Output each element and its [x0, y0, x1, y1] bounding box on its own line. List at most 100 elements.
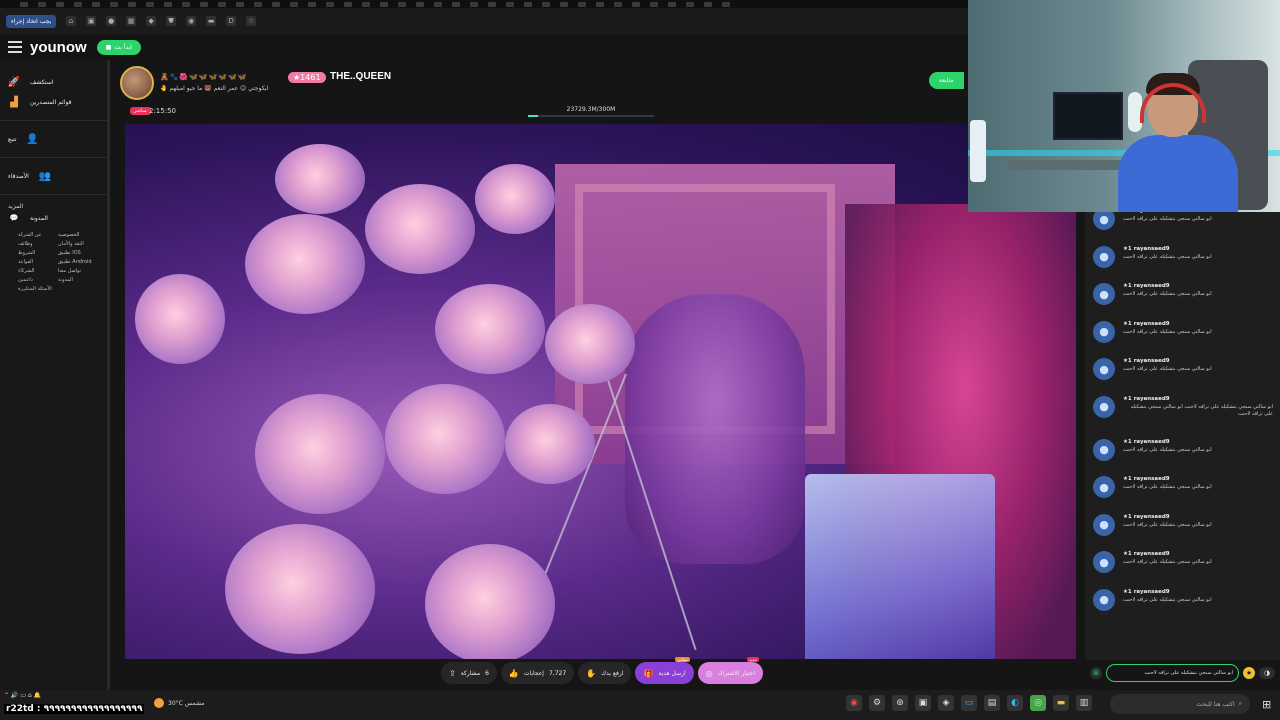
chat-username[interactable]: ★1 rayansaed9 — [1123, 246, 1212, 252]
footer-link[interactable]: الثقة والأمان — [58, 241, 98, 247]
user-avatar-icon[interactable]: ● — [1093, 320, 1115, 343]
footer-link[interactable] — [58, 286, 98, 292]
go-live-button[interactable]: ■ ابدأ بث — [96, 39, 141, 55]
chat-username[interactable]: ★1 rayansaed9 — [1123, 358, 1212, 364]
footer-link[interactable]: الأسئلة المتكررة — [18, 286, 56, 292]
monitor-icon[interactable]: ▭ — [961, 695, 977, 711]
chrome-icon[interactable]: ◉ — [846, 695, 862, 711]
share-button[interactable]: ⇪ مشاركة 6 — [441, 662, 497, 684]
sidebar-blog-link[interactable]: 💬 المدونة — [8, 210, 99, 226]
browser-tab[interactable] — [542, 1, 550, 7]
browser-tab[interactable] — [362, 1, 370, 7]
browser-tab[interactable] — [704, 1, 712, 7]
browser-tab[interactable] — [614, 1, 622, 7]
chat-username[interactable]: ★1 rayansaed9 — [1123, 321, 1212, 327]
browser-tab[interactable] — [146, 1, 154, 7]
chat-username[interactable]: ★1 rayansaed9 — [1123, 514, 1212, 520]
raise-hand-button[interactable]: ✋ ارفع يدك — [578, 662, 632, 684]
steam-icon[interactable]: ◈ — [938, 695, 954, 711]
settings-icon[interactable]: ⚙ — [869, 695, 885, 711]
browser-tab[interactable] — [596, 1, 604, 7]
home-icon[interactable]: ⌂ — [66, 16, 77, 26]
footer-link[interactable]: داعمين — [18, 277, 56, 283]
browser-tab[interactable] — [560, 1, 568, 7]
browser-tab[interactable] — [74, 1, 82, 7]
footer-link[interactable]: المدونة — [58, 277, 98, 283]
stream-video[interactable] — [125, 124, 1076, 659]
like-button[interactable]: 👍 إعجابات 7,727 — [500, 662, 575, 684]
browser-tab[interactable] — [632, 1, 640, 7]
streamer-avatar[interactable] — [120, 66, 154, 100]
chat-username[interactable]: ★1 rayansaed9 — [1123, 589, 1212, 595]
chat-username[interactable]: ★1 rayansaed9 — [1123, 551, 1212, 557]
edge-icon[interactable]: ◐ — [1007, 695, 1023, 711]
bookmark-app-icon[interactable]: ▬ — [206, 16, 217, 26]
browser-icon[interactable]: ◎ — [1030, 695, 1046, 711]
send-gift-button[interactable]: 🎁 ارسل هدية مجاني — [635, 657, 694, 684]
browser-tab[interactable] — [524, 1, 532, 7]
user-avatar-icon[interactable]: ● — [1093, 358, 1115, 380]
weather-widget[interactable]: 30°C مشمس — [154, 698, 204, 708]
game-icon[interactable]: ◆ — [146, 16, 157, 26]
folder-icon[interactable]: ▬ — [1053, 695, 1069, 711]
user-avatar-icon[interactable]: ● — [1093, 245, 1115, 268]
browser-tab[interactable] — [398, 1, 406, 7]
subscribe-button[interactable]: ◎ اختيار الاشتراك جديد — [697, 657, 764, 684]
browser-tab[interactable] — [236, 1, 244, 7]
menu-icon[interactable] — [8, 41, 22, 53]
emoji-grid-icon[interactable]: ⊞ — [1090, 667, 1102, 679]
taskbar-search[interactable]: اكتب هنا للبحث ⌕ — [1110, 694, 1250, 714]
footer-link[interactable]: تواصل معنا — [58, 268, 98, 274]
browser-tab[interactable] — [290, 1, 298, 7]
user-avatar-icon[interactable]: ● — [1093, 395, 1115, 418]
task-view-icon[interactable]: ▥ — [1076, 695, 1092, 711]
browser-tab[interactable] — [686, 1, 694, 7]
footer-link[interactable]: الشركاء — [18, 268, 56, 274]
user-avatar-icon[interactable]: ● — [1093, 588, 1115, 611]
user-avatar-icon[interactable]: ● — [1093, 283, 1115, 305]
browser-tab[interactable] — [416, 1, 424, 7]
browser-tab[interactable] — [380, 1, 388, 7]
user-avatar-icon[interactable]: ● — [1093, 212, 1115, 230]
browser-tab[interactable] — [218, 1, 226, 7]
browser-tab[interactable] — [578, 1, 586, 7]
user-avatar-icon[interactable]: ● — [1093, 551, 1115, 573]
browser-tab[interactable] — [470, 1, 478, 7]
browser-tab[interactable] — [452, 1, 460, 7]
browser-tab[interactable] — [164, 1, 172, 7]
footer-link[interactable]: القواعد — [18, 259, 56, 265]
chat-username[interactable]: ★1 rayansaed9 — [1123, 283, 1212, 289]
streamer-name[interactable]: THE..QUEEN — [330, 71, 391, 82]
follow-button[interactable]: متابعة — [929, 72, 964, 89]
chat-username[interactable]: ★1 rayansaed9 — [1123, 439, 1212, 445]
browser-tab[interactable] — [92, 1, 100, 7]
import-bookmarks-button[interactable]: يجب اتخاذ إجراء — [6, 14, 57, 28]
browser-tab[interactable] — [344, 1, 352, 7]
extension-icon[interactable]: ▣ — [86, 16, 97, 26]
footer-link[interactable]: وظائف — [18, 241, 56, 247]
footer-link[interactable]: تطبيق Android — [58, 259, 98, 265]
whatsapp-icon[interactable]: ● — [106, 16, 117, 26]
chat-input[interactable]: ابو سالتي سنجي بتشكيله على تراقه لاحنت — [1106, 664, 1239, 682]
sidebar-item-friends[interactable]: الأصدقاء 👥 — [8, 166, 99, 186]
sidebar-item-leaderboards[interactable]: ▟ قوائم المتصدرين — [8, 92, 99, 112]
chat-username[interactable]: ★1 rayansaed9 — [1123, 212, 1212, 214]
discord-icon[interactable]: ◉ — [186, 16, 197, 26]
footer-link[interactable]: الشروط — [18, 250, 56, 256]
shield-icon[interactable]: ⛊ — [166, 16, 177, 26]
browser-tab[interactable] — [722, 1, 730, 7]
browser-tab[interactable] — [488, 1, 496, 7]
footer-link[interactable]: الخصوصية — [58, 232, 98, 238]
browser-tab[interactable] — [110, 1, 118, 7]
footer-link[interactable]: تطبيق IOS — [58, 250, 98, 256]
chat-panel[interactable]: ●★1 rayansaed9ابو سالتي سنجي بتشكيله على… — [1085, 212, 1280, 660]
star-icon[interactable]: ★ — [1243, 667, 1255, 679]
browser-tab[interactable] — [650, 1, 658, 7]
browser-tab[interactable] — [20, 1, 28, 7]
user-avatar-icon[interactable]: ● — [1093, 476, 1115, 498]
chat-username[interactable]: ★1 rayansaed9 — [1123, 476, 1212, 482]
user-avatar-icon[interactable]: ● — [1093, 438, 1115, 461]
younow-logo[interactable]: younow — [30, 39, 87, 56]
chat-username[interactable]: ★1 rayansaed9 — [1123, 396, 1273, 402]
browser-tab[interactable] — [128, 1, 136, 7]
